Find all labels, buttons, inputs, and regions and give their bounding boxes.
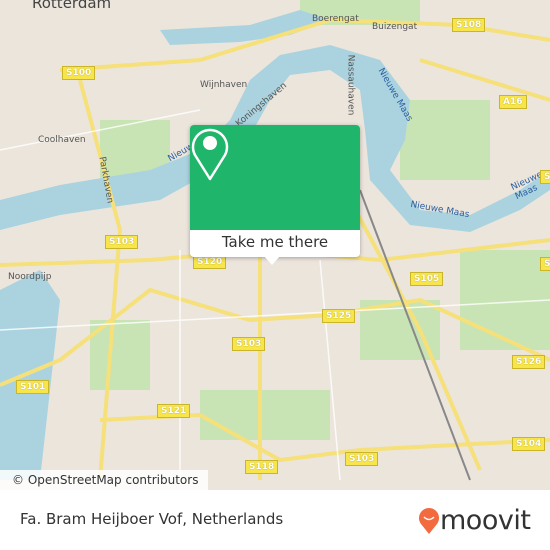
popup-header: [190, 125, 360, 230]
road-shield: S105: [410, 272, 444, 286]
place-name: Fa. Bram Heijboer Vof, Netherlands: [20, 510, 284, 528]
road-shield: S114: [540, 257, 550, 271]
footer: Fa. Bram Heijboer Vof, Netherlands moovi…: [0, 490, 550, 550]
place-label: Buizengat: [372, 22, 418, 32]
road-shield: S104: [512, 437, 546, 451]
map[interactable]: Rotterdam Wijnhaven Boerengat Buizengat …: [0, 0, 550, 490]
place-label: Noordpijp: [8, 272, 52, 282]
moovit-logo-text: moovit: [440, 505, 531, 536]
road-shield: S125: [322, 309, 356, 323]
road-shield: S118: [245, 460, 279, 474]
road-shield: A16: [499, 95, 527, 109]
take-me-there-button[interactable]: Take me there: [190, 230, 360, 257]
moovit-pin-icon: [419, 507, 439, 534]
road-shield: S100: [62, 66, 96, 80]
road-shield: S101: [16, 380, 50, 394]
moovit-logo[interactable]: moovit: [418, 505, 531, 536]
popup-pointer: [264, 256, 280, 265]
map-attribution[interactable]: © OpenStreetMap contributors: [0, 470, 209, 490]
city-label: Rotterdam: [32, 0, 112, 12]
road-shield: S121: [157, 404, 191, 418]
place-label: Wijnhaven: [200, 80, 248, 90]
road-shield: S114: [540, 170, 550, 184]
place-label: Nassauhaven: [345, 54, 356, 116]
road-shield: S103: [232, 337, 266, 351]
road-shield: S103: [105, 235, 139, 249]
road-shield: S108: [452, 18, 486, 32]
road-shield: S120: [193, 255, 227, 269]
place-label: Coolhaven: [38, 135, 86, 145]
map-pin-icon: [191, 128, 229, 181]
location-popup: Take me there: [190, 125, 360, 257]
place-label: Boerengat: [312, 14, 359, 24]
road-shield: S126: [512, 355, 546, 369]
road-shield: S103: [345, 452, 379, 466]
